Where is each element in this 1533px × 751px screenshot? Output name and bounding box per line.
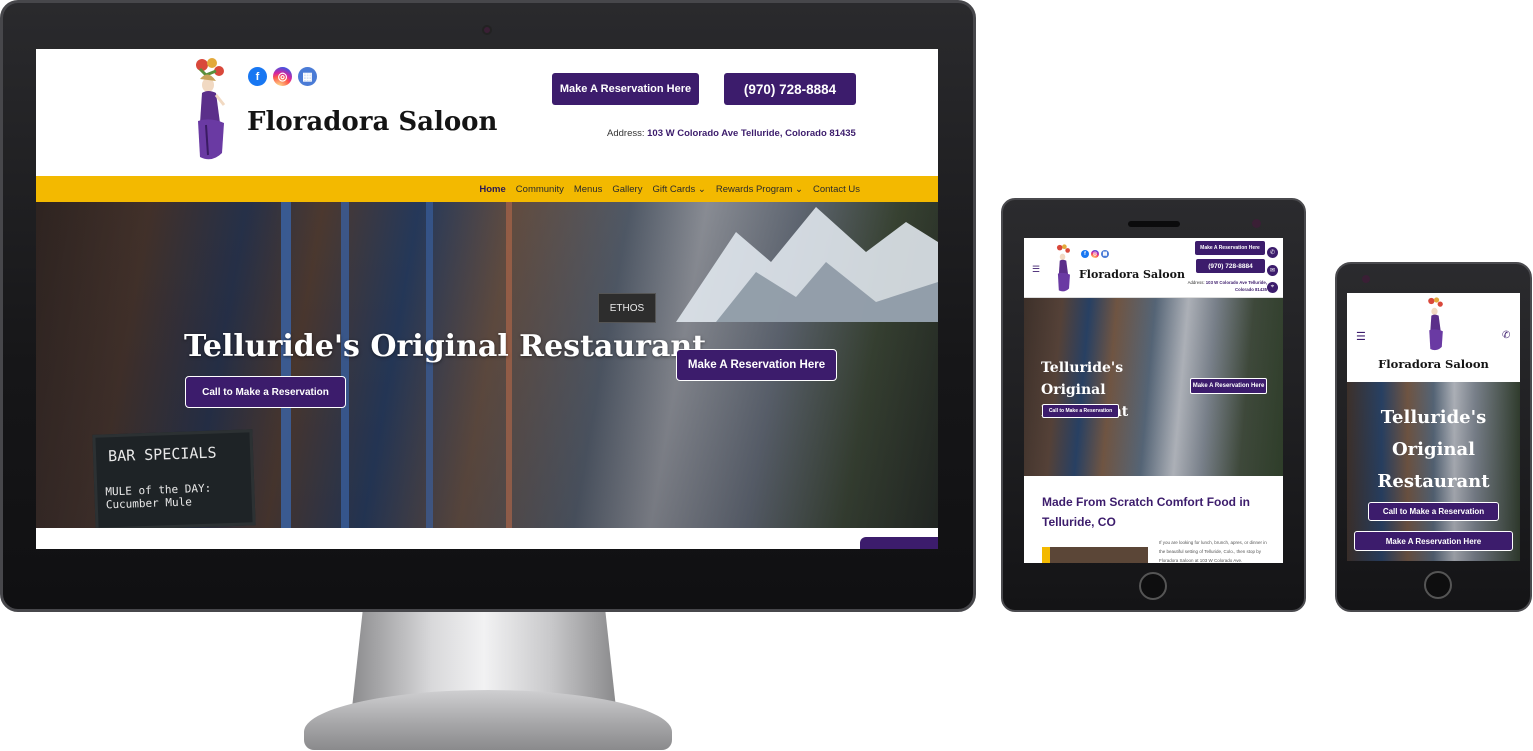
nav-items: Home Community Menus Gallery Gift Cards … <box>479 176 860 202</box>
ethos-sign: ETHOS <box>598 293 656 323</box>
email-icon[interactable]: ✉ <box>1267 265 1278 276</box>
social-links: f ◎ ▦ <box>1081 250 1109 258</box>
call-reservation-button[interactable]: Call to Make a Reservation <box>185 376 346 408</box>
nav-item-gift-cards-label: Gift Cards <box>652 183 696 195</box>
nav-item-contact-us[interactable]: Contact Us <box>813 184 860 195</box>
address-value[interactable]: 103 W Colorado Ave Telluride, Colorado 8… <box>1206 280 1267 292</box>
reservation-button[interactable]: Make A Reservation Here <box>552 73 699 105</box>
facebook-icon[interactable]: f <box>1081 250 1089 258</box>
nav-item-menus[interactable]: Menus <box>574 184 603 195</box>
hero-reservation-button[interactable]: Make A Reservation Here <box>1190 378 1267 394</box>
nav-item-rewards-label: Rewards Program <box>715 183 793 195</box>
monitor-camera <box>482 25 492 35</box>
hero-reservation-button[interactable]: Make A Reservation Here <box>676 349 837 381</box>
main-nav: Home Community Menus Gallery Gift Cards … <box>36 176 938 202</box>
floradora-logo-icon[interactable] <box>186 55 232 167</box>
social-links: f ◎ ▦ <box>248 67 317 86</box>
storefront-post <box>506 202 512 528</box>
site-title[interactable]: Floradora Saloon <box>247 107 497 137</box>
call-reservation-button[interactable]: Call to Make a Reservation <box>1042 404 1119 418</box>
address-label: Address: <box>607 128 645 139</box>
tablet-header: ☰ f ◎ ▦ Floradora Saloon Make A Reservat… <box>1024 238 1283 298</box>
section-body: If you are looking for lunch, brunch, ap… <box>1159 540 1267 563</box>
storefront-post <box>281 202 291 528</box>
phone-button[interactable]: (970) 728-8884 <box>1196 259 1265 273</box>
site-header: f ◎ ▦ Floradora Saloon Make A Reservatio… <box>36 49 938 176</box>
nav-item-home[interactable]: Home <box>479 184 505 195</box>
nav-item-gift-cards[interactable]: Gift Cards ⌄ <box>652 184 705 195</box>
tablet-camera <box>1252 219 1261 228</box>
phone-screen: ☰ ✆ Floradora Saloon Telluride's Origina… <box>1347 293 1520 561</box>
hero-mountain-image <box>676 207 938 322</box>
opentable-icon[interactable]: ▦ <box>298 67 317 86</box>
menu-icon[interactable]: ☰ <box>1356 330 1366 343</box>
site-title[interactable]: Floradora Saloon <box>1079 268 1185 281</box>
phone-header: ☰ ✆ Floradora Saloon <box>1347 293 1520 382</box>
mule-of-the-day-text: MULE of the DAY: Cucumber Mule <box>105 481 212 512</box>
section-title: Made From Scratch Comfort Food in Tellur… <box>1042 495 1251 529</box>
address-line: Address: 103 W Colorado Ave Telluride, C… <box>1177 279 1267 293</box>
bar-specials-text: BAR SPECIALS <box>107 443 217 466</box>
chevron-down-icon: ⌄ <box>697 183 706 195</box>
desktop-screen: f ◎ ▦ Floradora Saloon Make A Reservatio… <box>36 49 938 549</box>
nav-item-community[interactable]: Community <box>516 184 564 195</box>
instagram-icon[interactable]: ◎ <box>1091 250 1099 258</box>
storefront-post <box>341 202 349 528</box>
tablet-home-button[interactable] <box>1139 572 1167 600</box>
hero-section: ETHOS BAR SPECIALS MULE of the DAY: Cucu… <box>36 202 938 528</box>
chevron-down-icon: ⌄ <box>795 183 803 195</box>
nav-item-rewards-program[interactable]: Rewards Program ⌄ <box>716 184 803 195</box>
instagram-icon[interactable]: ◎ <box>273 67 292 86</box>
address-label: Address: <box>1187 280 1205 285</box>
site-title[interactable]: Floradora Saloon <box>1347 357 1520 371</box>
facebook-icon[interactable]: f <box>248 67 267 86</box>
tablet-speaker <box>1128 221 1180 227</box>
food-image <box>1042 547 1148 563</box>
chat-widget-button[interactable] <box>860 537 938 549</box>
opentable-icon[interactable]: ▦ <box>1101 250 1109 258</box>
menu-icon[interactable]: ☰ <box>1032 264 1040 275</box>
hero-title: Telluride's Original Restaurant <box>184 329 707 364</box>
bar-specials-sign: BAR SPECIALS MULE of the DAY: Cucumber M… <box>92 429 256 528</box>
address-line: Address: 103 W Colorado Ave Telluride, C… <box>607 128 856 139</box>
floradora-logo-icon[interactable] <box>1052 243 1074 295</box>
call-reservation-button[interactable]: Call to Make a Reservation <box>1368 502 1499 521</box>
location-icon[interactable]: ⌖ <box>1267 282 1278 293</box>
reservation-button[interactable]: Make A Reservation Here <box>1195 241 1265 255</box>
hero-title: Telluride's Original Restaurant <box>1377 407 1490 492</box>
phone-button[interactable]: (970) 728-8884 <box>724 73 856 105</box>
phone-hero: Telluride's Original Restaurant Call to … <box>1347 382 1520 561</box>
phone-camera <box>1362 275 1370 283</box>
tablet-hero: Telluride's Original Restaurant Call to … <box>1024 298 1283 476</box>
phone-home-button[interactable] <box>1424 571 1452 599</box>
floradora-logo-icon[interactable] <box>1423 295 1447 355</box>
phone-icon[interactable]: ✆ <box>1502 330 1510 341</box>
storefront-post <box>426 202 433 528</box>
phone-icon[interactable]: ✆ <box>1267 247 1278 258</box>
hero-reservation-button[interactable]: Make A Reservation Here <box>1354 531 1513 551</box>
address-value[interactable]: 103 W Colorado Ave Telluride, Colorado 8… <box>647 128 856 139</box>
nav-item-gallery[interactable]: Gallery <box>612 184 642 195</box>
tablet-screen: ☰ f ◎ ▦ Floradora Saloon Make A Reservat… <box>1024 238 1283 563</box>
